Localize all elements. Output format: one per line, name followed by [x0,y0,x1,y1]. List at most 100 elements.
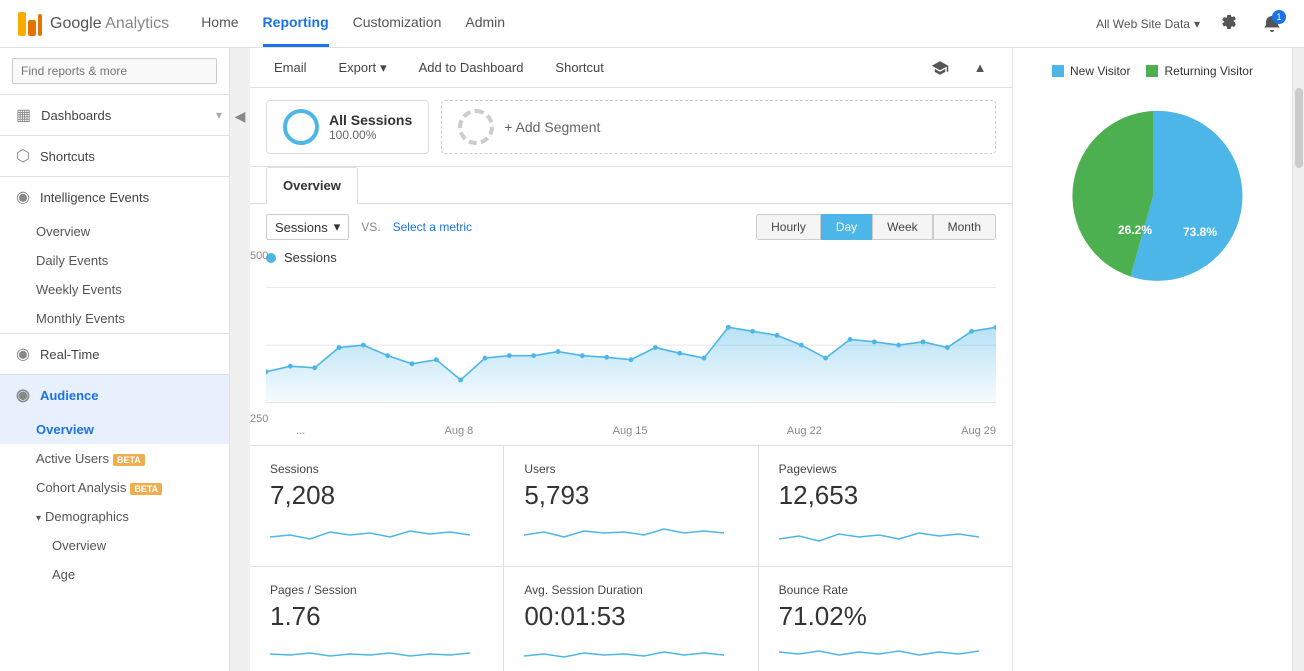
stat-card-pages-session: Pages / Session 1.76 [250,567,503,671]
returning-visitor-pct-label: 26.2% [1118,223,1152,237]
vs-label: VS. [361,220,380,234]
stat-value: 5,793 [524,480,737,511]
gear-icon [1218,14,1238,34]
chart-svg-wrapper [266,273,996,421]
sparkline [524,638,724,668]
y-label-250: 250 [250,413,280,425]
segment-pct: 100.00% [329,128,412,142]
audience-icon: ◉ [16,385,30,405]
pie-chart-svg: 73.8% 26.2% [1043,86,1263,286]
sessions-chart [266,273,996,418]
select-metric-link[interactable]: Select a metric [393,220,472,234]
sidebar: ▦ Dashboards ▾ ⬡ Shortcuts ◉ Intelligenc… [0,48,230,671]
returning-visitor-dot [1146,65,1158,77]
sidebar-item-shortcuts[interactable]: ⬡ Shortcuts [0,136,229,176]
sidebar-item-cohort-analysis[interactable]: Cohort AnalysisBETA [0,473,229,502]
chart-area: 500 250 [266,273,996,421]
all-sessions-segment[interactable]: All Sessions 100.00% [266,100,429,154]
sparkline [270,517,470,547]
sidebar-item-daily-events[interactable]: Daily Events [0,246,229,275]
top-nav-right: All Web Site Data ▾ 1 [1096,8,1288,40]
main-layout: ▦ Dashboards ▾ ⬡ Shortcuts ◉ Intelligenc… [0,48,1304,671]
stat-card-avg-session: Avg. Session Duration 00:01:53 [504,567,757,671]
x-label-aug8: Aug 8 [445,425,474,437]
account-selector-label: All Web Site Data [1096,17,1190,31]
settings-button[interactable] [1212,8,1244,40]
pie-legend: New Visitor Returning Visitor [1052,64,1253,78]
stat-value: 12,653 [779,480,992,511]
y-label-500: 500 [250,250,280,262]
sidebar-item-monthly-events[interactable]: Monthly Events [0,304,229,333]
day-button[interactable]: Day [821,214,872,240]
graduation-cap-icon[interactable] [924,52,956,84]
search-input[interactable] [12,58,217,84]
sidebar-item-audience-overview[interactable]: Overview [0,415,229,444]
shortcuts-icon: ⬡ [16,146,30,166]
scrollbar-thumb[interactable] [1295,88,1303,168]
tab-overview[interactable]: Overview [266,167,358,204]
week-button[interactable]: Week [872,214,932,240]
nav-admin[interactable]: Admin [465,0,505,47]
sidebar-item-weekly-events[interactable]: Weekly Events [0,275,229,304]
sidebar-item-overview[interactable]: Overview [0,217,229,246]
dashboards-icon: ▦ [16,105,31,125]
new-visitor-dot [1052,65,1064,77]
beta-badge: BETA [113,454,145,466]
toolbar-right: ▲ [924,52,996,84]
stat-label: Pageviews [779,462,992,476]
sidebar-item-real-time[interactable]: ◉ Real-Time [0,334,229,374]
right-panel: New Visitor Returning Visitor 73.8% 26.2… [1012,48,1292,671]
y-axis-labels: 500 250 [250,250,280,425]
new-visitor-legend: New Visitor [1052,64,1130,78]
sidebar-toggle[interactable]: ◀ [230,48,250,671]
overview-tabs: Overview [250,167,1012,204]
sidebar-item-demographics[interactable]: ▾Demographics [0,502,229,531]
segment-circle [283,109,319,145]
scrollbar-track[interactable] [1292,48,1304,671]
overview-panel: Overview Sessions ▾ VS. Select a metric … [250,167,1012,671]
chevron-down-icon: ▾ [1194,17,1200,31]
hourly-button[interactable]: Hourly [756,214,821,240]
add-segment-button[interactable]: + Add Segment [441,100,996,154]
export-button[interactable]: Export ▾ [331,56,395,80]
sidebar-item-audience[interactable]: ◉ Audience [0,375,229,415]
email-button[interactable]: Email [266,56,315,79]
chevron-icon: ▾ [36,513,41,524]
stat-label: Pages / Session [270,583,483,597]
returning-visitor-legend: Returning Visitor [1146,64,1253,78]
google-analytics-logo-icon [16,10,44,38]
stat-value: 00:01:53 [524,601,737,632]
metric-selector[interactable]: Sessions ▾ [266,214,349,240]
stat-label: Users [524,462,737,476]
sparkline [270,638,470,668]
segment-bar: All Sessions 100.00% + Add Segment [250,88,1012,167]
notifications-button[interactable]: 1 [1256,8,1288,40]
month-button[interactable]: Month [933,214,996,240]
sidebar-item-active-users[interactable]: Active UsersBETA [0,444,229,473]
nav-reporting[interactable]: Reporting [263,0,329,47]
logo-text: Google Analytics [50,15,169,33]
x-label-aug29: Aug 29 [961,425,996,437]
segment-name: All Sessions [329,112,412,128]
scroll-up-icon[interactable]: ▲ [964,52,996,84]
nav-customization[interactable]: Customization [353,0,442,47]
x-axis-labels: ... Aug 8 Aug 15 Aug 22 Aug 29 [266,421,996,437]
stats-grid: Sessions 7,208 Users 5,793 Pageviews 12,… [250,445,1012,671]
stat-card-pageviews: Pageviews 12,653 [759,446,1012,566]
intelligence-events-icon: ◉ [16,187,30,207]
sparkline [524,517,724,547]
sidebar-item-label: Intelligence Events [40,190,149,205]
account-selector[interactable]: All Web Site Data ▾ [1096,17,1200,31]
toolbar: Email Export ▾ Add to Dashboard Shortcut… [250,48,1012,88]
sidebar-item-intelligence-events[interactable]: ◉ Intelligence Events [0,177,229,217]
real-time-icon: ◉ [16,344,30,364]
sidebar-item-dashboards[interactable]: ▦ Dashboards ▾ [0,95,229,135]
chart-container: Sessions 500 250 [250,250,1012,445]
sidebar-item-dem-overview[interactable]: Overview [0,531,229,560]
sidebar-item-label: Dashboards [41,108,111,123]
sidebar-item-dem-age[interactable]: Age [0,560,229,589]
add-to-dashboard-button[interactable]: Add to Dashboard [411,56,532,79]
shortcut-button[interactable]: Shortcut [547,56,611,79]
nav-home[interactable]: Home [201,0,238,47]
stat-card-users: Users 5,793 [504,446,757,566]
